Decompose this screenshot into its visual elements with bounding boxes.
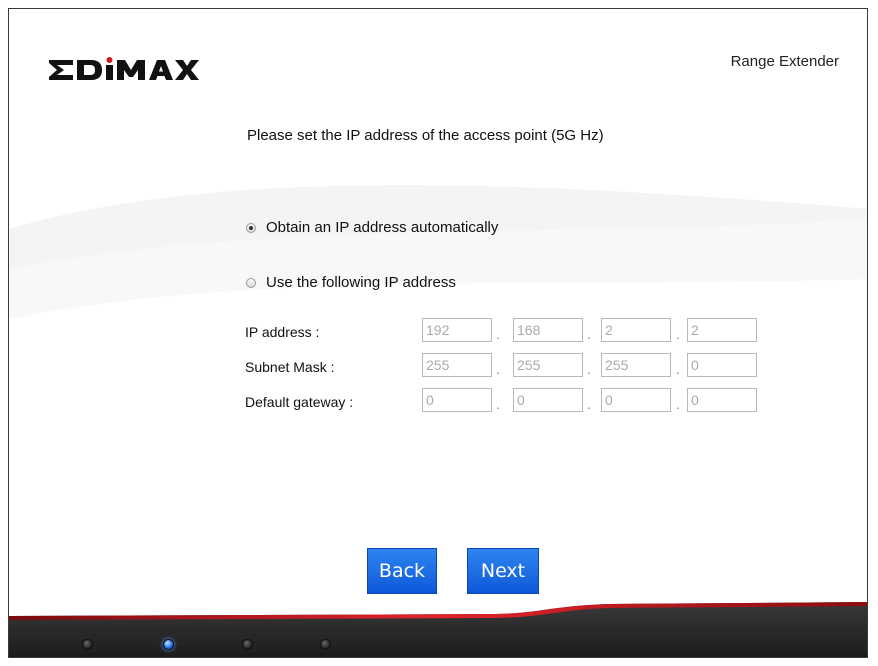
octet-separator: . bbox=[587, 396, 591, 412]
mask-octet-2[interactable] bbox=[513, 353, 583, 377]
gateway-octet-3[interactable] bbox=[601, 388, 671, 412]
gateway-octet-4[interactable] bbox=[687, 388, 757, 412]
octet-separator: . bbox=[496, 396, 500, 412]
step-indicator-4 bbox=[320, 639, 331, 650]
octet-separator: . bbox=[496, 361, 500, 377]
octet-separator: . bbox=[587, 326, 591, 342]
ip-address-label: IP address : bbox=[245, 324, 320, 340]
subnet-mask-label: Subnet Mask : bbox=[245, 359, 335, 375]
mask-octet-3[interactable] bbox=[601, 353, 671, 377]
ip-octet-2[interactable] bbox=[513, 318, 583, 342]
default-gateway-label: Default gateway : bbox=[245, 394, 354, 410]
octet-separator: . bbox=[676, 326, 680, 342]
radio-button[interactable] bbox=[246, 277, 256, 288]
radio-button-selected[interactable] bbox=[246, 222, 256, 233]
option-use-following-ip[interactable]: Use the following IP address bbox=[246, 274, 456, 291]
edimax-logo bbox=[49, 57, 199, 80]
option-obtain-automatically[interactable]: Obtain an IP address automatically bbox=[246, 219, 498, 236]
octet-separator: . bbox=[676, 361, 680, 377]
ip-octet-1[interactable] bbox=[422, 318, 492, 342]
step-indicator-2-active bbox=[163, 639, 174, 650]
gateway-octet-2[interactable] bbox=[513, 388, 583, 412]
ip-octet-3[interactable] bbox=[601, 318, 671, 342]
mask-octet-1[interactable] bbox=[422, 353, 492, 377]
back-button[interactable]: Back bbox=[367, 548, 437, 594]
page-heading: Please set the IP address of the access … bbox=[247, 127, 604, 144]
next-button[interactable]: Next bbox=[467, 548, 539, 594]
octet-separator: . bbox=[587, 361, 591, 377]
mask-octet-4[interactable] bbox=[687, 353, 757, 377]
option-label: Obtain an IP address automatically bbox=[266, 219, 499, 236]
octet-separator: . bbox=[496, 326, 500, 342]
option-label: Use the following IP address bbox=[266, 274, 456, 291]
background-swoosh bbox=[9, 185, 867, 319]
step-indicator-3 bbox=[242, 639, 253, 650]
ip-octet-4[interactable] bbox=[687, 318, 757, 342]
product-label: Range Extender bbox=[730, 53, 839, 70]
wizard-window: Range Extender Please set the IP address… bbox=[8, 8, 868, 658]
octet-separator: . bbox=[676, 396, 680, 412]
step-indicator-1 bbox=[82, 639, 93, 650]
footer-bar bbox=[9, 602, 867, 657]
gateway-octet-1[interactable] bbox=[422, 388, 492, 412]
